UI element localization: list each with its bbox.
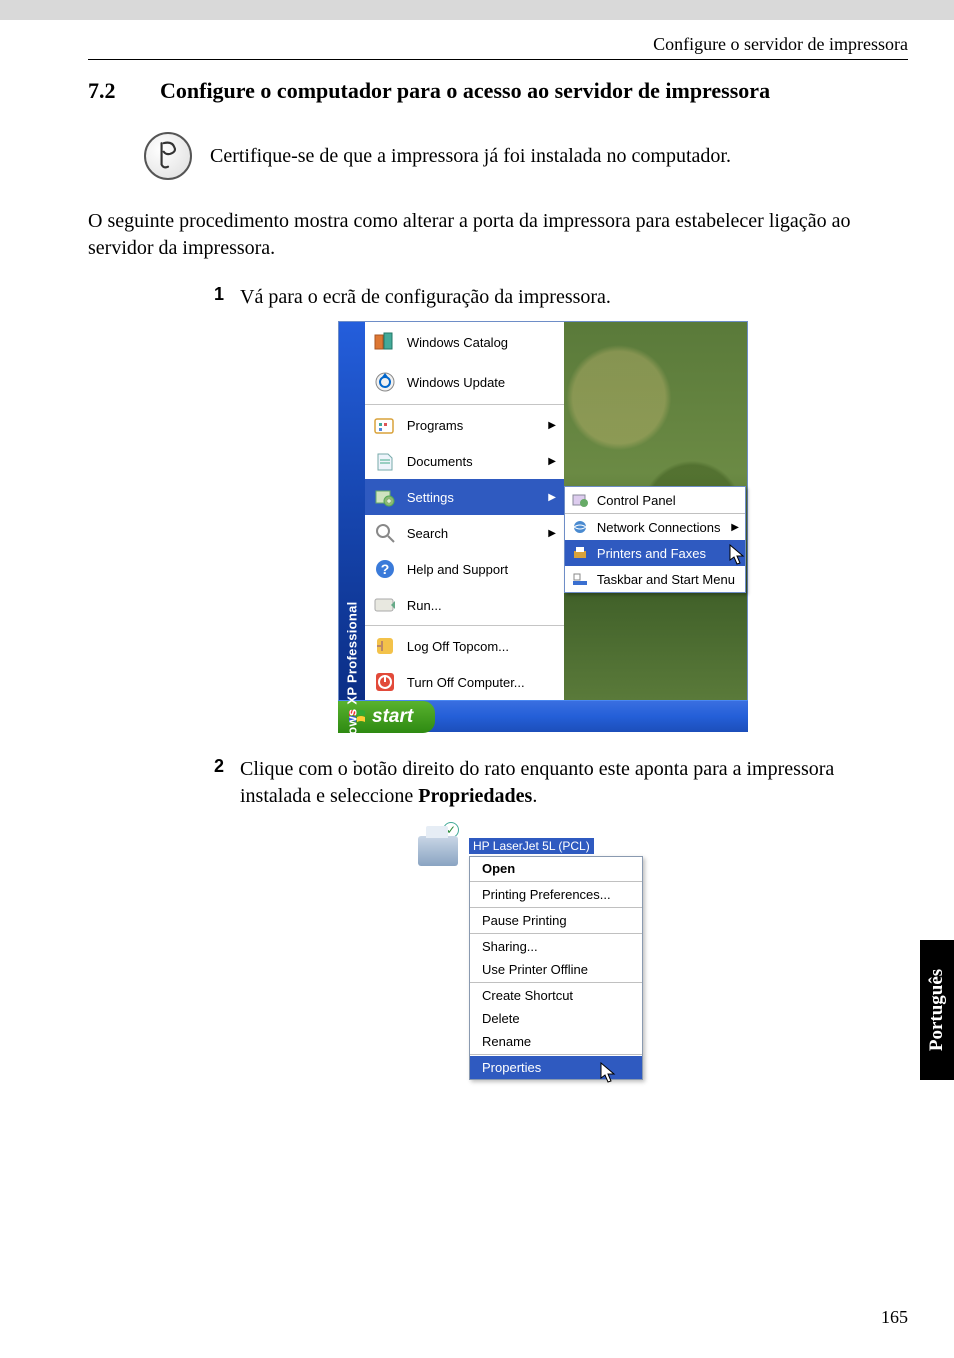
ctx-separator <box>470 982 642 983</box>
menu-label: Programs <box>407 418 463 433</box>
submenu-arrow-icon: ▶ <box>548 456 556 467</box>
note-text: Certifique-se de que a impressora já foi… <box>210 143 731 170</box>
step-2: 2 Clique com o botão direito do rato enq… <box>206 756 908 810</box>
turnoff-icon <box>373 670 397 694</box>
menu-label: Documents <box>407 454 473 469</box>
menu-label: Search <box>407 526 448 541</box>
menu-help[interactable]: ? Help and Support <box>365 551 564 587</box>
submenu-label: Network Connections <box>597 520 721 535</box>
run-icon <box>373 593 397 617</box>
menu-label: Settings <box>407 490 454 505</box>
section-number: 7.2 <box>88 78 160 104</box>
submenu-arrow-icon: ▶ <box>731 522 739 533</box>
xp-side-label: Windows XP Professional <box>344 601 359 767</box>
update-icon <box>373 370 397 394</box>
control-panel-icon <box>571 491 589 509</box>
menu-label: Windows Catalog <box>407 335 508 350</box>
page-number: 165 <box>881 1307 908 1328</box>
context-menu: Open Printing Preferences... Pause Print… <box>469 856 643 1080</box>
menu-label: Turn Off Computer... <box>407 675 525 690</box>
start-menu-column: Windows Catalog Windows Update Programs ▶… <box>365 322 564 700</box>
submenu-arrow-icon: ▶ <box>548 420 556 431</box>
catalog-icon <box>373 330 397 354</box>
menu-label: Windows Update <box>407 375 505 390</box>
screenshot-printer-context: ✓ HP LaserJet 5L (PCL) Open Printing Pre… <box>418 824 643 1080</box>
section-heading: Configure o computador para o acesso ao … <box>160 78 770 103</box>
menu-label: Run... <box>407 598 442 613</box>
menu-windows-update[interactable]: Windows Update <box>365 362 564 402</box>
menu-windows-catalog[interactable]: Windows Catalog <box>365 322 564 362</box>
submenu-label: Printers and Faxes <box>597 546 706 561</box>
printer-icon[interactable]: ✓ <box>418 824 461 866</box>
menu-search[interactable]: Search ▶ <box>365 515 564 551</box>
step-2-number: 2 <box>206 756 224 810</box>
submenu-arrow-icon: ▶ <box>548 492 556 503</box>
taskbar: start <box>338 700 748 732</box>
ctx-delete[interactable]: Delete <box>470 1007 642 1030</box>
submenu-label: Taskbar and Start Menu <box>597 572 735 587</box>
ctx-separator <box>470 1054 642 1055</box>
desktop-background: Control Panel Network Connections ▶ Print… <box>564 322 747 700</box>
menu-run[interactable]: Run... <box>365 587 564 623</box>
xp-side-strip: Windows XP Professional <box>339 322 365 700</box>
settings-submenu: Control Panel Network Connections ▶ Print… <box>564 486 746 593</box>
language-label: Português <box>926 969 948 1051</box>
menu-label: Help and Support <box>407 562 508 577</box>
logoff-icon <box>373 634 397 658</box>
ctx-printing-prefs[interactable]: Printing Preferences... <box>470 883 642 906</box>
menu-separator <box>365 404 564 405</box>
ctx-sharing[interactable]: Sharing... <box>470 935 642 958</box>
programs-icon <box>373 413 397 437</box>
submenu-network[interactable]: Network Connections ▶ <box>565 514 745 540</box>
printers-icon <box>571 544 589 562</box>
settings-icon <box>373 485 397 509</box>
ctx-offline[interactable]: Use Printer Offline <box>470 958 642 981</box>
intro-paragraph: O seguinte procedimento mostra como alte… <box>88 208 908 262</box>
submenu-taskbar[interactable]: Taskbar and Start Menu <box>565 566 745 592</box>
menu-documents[interactable]: Documents ▶ <box>365 443 564 479</box>
note-icon <box>144 132 192 180</box>
ctx-create-shortcut[interactable]: Create Shortcut <box>470 984 642 1007</box>
menu-settings[interactable]: Settings ▶ <box>365 479 564 515</box>
submenu-control-panel[interactable]: Control Panel <box>565 487 745 513</box>
screenshot-start-menu: Windows XP Professional Windows Catalog … <box>338 321 748 732</box>
note-row: Certifique-se de que a impressora já foi… <box>144 132 908 180</box>
help-icon: ? <box>373 557 397 581</box>
menu-programs[interactable]: Programs ▶ <box>365 407 564 443</box>
ctx-separator <box>470 881 642 882</box>
network-icon <box>571 518 589 536</box>
cursor-icon <box>728 544 748 566</box>
start-button-label: start <box>372 706 413 728</box>
ctx-separator <box>470 907 642 908</box>
menu-turnoff[interactable]: Turn Off Computer... <box>365 664 564 700</box>
top-gray-bar <box>0 0 954 20</box>
section-title: 7.2Configure o computador para o acesso … <box>88 78 908 104</box>
cursor-icon <box>599 1062 619 1084</box>
ctx-separator <box>470 933 642 934</box>
menu-logoff[interactable]: Log Off Topcom... <box>365 628 564 664</box>
language-side-tab: Português <box>920 940 954 1080</box>
menu-separator <box>365 625 564 626</box>
step-1: 1 Vá para o ecrã de configuração da impr… <box>206 284 908 311</box>
submenu-label: Control Panel <box>597 493 676 508</box>
submenu-arrow-icon: ▶ <box>548 528 556 539</box>
search-icon <box>373 521 397 545</box>
printer-name-label[interactable]: HP LaserJet 5L (PCL) <box>469 838 594 854</box>
ctx-open[interactable]: Open <box>470 857 642 880</box>
svg-text:?: ? <box>381 561 390 577</box>
submenu-printers-faxes[interactable]: Printers and Faxes <box>565 540 745 566</box>
menu-label: Log Off Topcom... <box>407 639 509 654</box>
step-2-text: Clique com o botão direito do rato enqua… <box>240 756 908 810</box>
taskbar-icon <box>571 570 589 588</box>
step-1-text: Vá para o ecrã de configuração da impres… <box>240 284 908 311</box>
ctx-rename[interactable]: Rename <box>470 1030 642 1053</box>
documents-icon <box>373 449 397 473</box>
ctx-pause-printing[interactable]: Pause Printing <box>470 909 642 932</box>
header-breadcrumb: Configure o servidor de impressora <box>0 34 954 55</box>
step-1-number: 1 <box>206 284 224 311</box>
